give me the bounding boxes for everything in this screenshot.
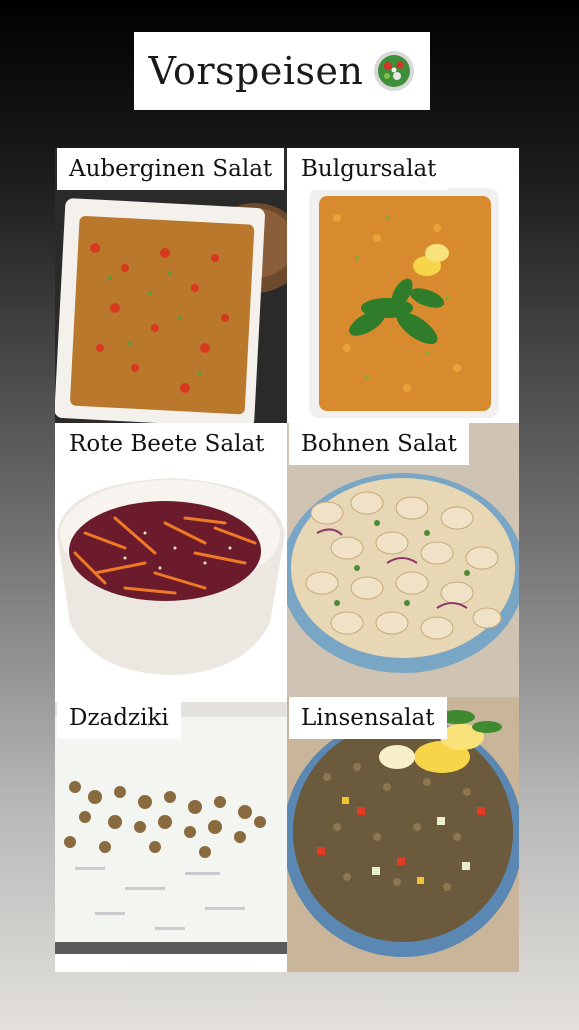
dish-label: Bohnen Salat [289, 423, 469, 465]
dish-label: Bulgursalat [289, 148, 449, 190]
dish-label: Rote Beete Salat [57, 423, 277, 465]
dish-grid: Auberginen Salat Bulgursalat Rote Beete … [55, 148, 519, 972]
dish-card-auberginen: Auberginen Salat [55, 148, 287, 423]
dish-label: Dzadziki [57, 697, 181, 739]
dish-card-bohnen: Bohnen Salat [287, 423, 519, 697]
salad-bowl-icon [374, 51, 415, 91]
dish-card-dzadziki: Dzadziki [55, 697, 287, 972]
page-title-box: Vorspeisen [134, 32, 430, 110]
dish-card-linsen: Linsensalat [287, 697, 519, 972]
dish-label: Linsensalat [289, 697, 447, 739]
dish-card-rote-beete: Rote Beete Salat [55, 423, 287, 697]
dish-label: Auberginen Salat [57, 148, 285, 190]
page-title: Vorspeisen [148, 49, 364, 93]
dish-card-bulgur: Bulgursalat [287, 148, 519, 423]
